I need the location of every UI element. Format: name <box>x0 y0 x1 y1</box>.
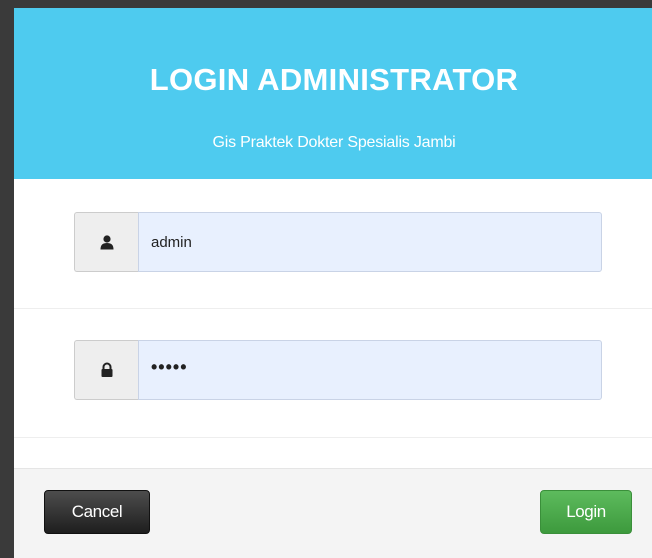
cancel-button[interactable]: Cancel <box>44 490 150 534</box>
login-button[interactable]: Login <box>540 490 632 534</box>
password-field[interactable]: ••••• <box>138 340 602 400</box>
username-row: admin <box>14 179 652 309</box>
modal-subtitle: Gis Praktek Dokter Spesialis Jambi <box>212 134 456 151</box>
password-input-group: ••••• <box>74 340 602 400</box>
username-input-group: admin <box>74 212 602 272</box>
username-field[interactable]: admin <box>138 212 602 272</box>
modal-header: LOGIN ADMINISTRATOR Gis Praktek Dokter S… <box>14 8 652 179</box>
login-modal: LOGIN ADMINISTRATOR Gis Praktek Dokter S… <box>14 8 652 558</box>
username-value: admin <box>151 233 192 251</box>
password-value: ••••• <box>151 357 188 377</box>
password-row: ••••• <box>14 309 652 438</box>
lock-icon <box>74 340 138 400</box>
modal-footer: Cancel Login <box>14 468 652 558</box>
modal-title: LOGIN ADMINISTRATOR <box>149 62 519 97</box>
page-backdrop: LOGIN ADMINISTRATOR Gis Praktek Dokter S… <box>0 0 652 558</box>
user-icon <box>74 212 138 272</box>
